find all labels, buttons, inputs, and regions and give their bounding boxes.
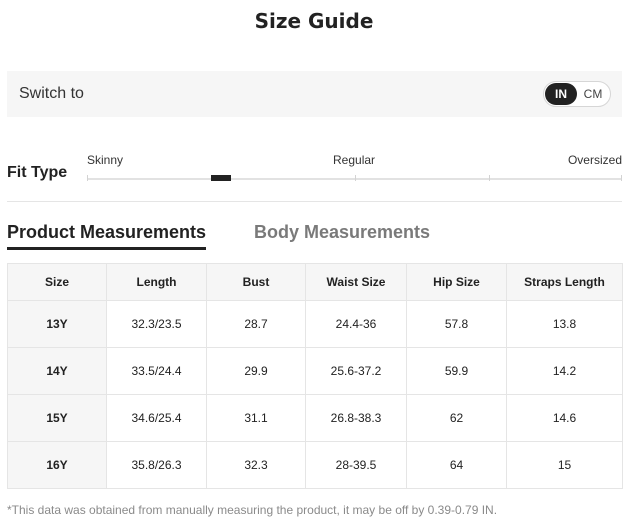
size-cell: 13Y [7, 300, 107, 348]
fit-type-row: Fit Type Skinny Regular Oversized [7, 150, 622, 190]
table-row: 15Y 34.6/25.4 31.1 26.8-38.3 62 14.6 [7, 394, 623, 442]
table-row: 13Y 32.3/23.5 28.7 24.4-36 57.8 13.8 [7, 300, 623, 348]
column-header: Waist Size [305, 263, 407, 301]
size-cell: 16Y [7, 441, 107, 489]
table-cell: 29.9 [206, 347, 306, 395]
measurement-disclaimer: *This data was obtained from manually me… [7, 503, 498, 517]
size-cell: 15Y [7, 394, 107, 442]
table-cell: 25.6-37.2 [305, 347, 407, 395]
column-header: Hip Size [406, 263, 507, 301]
size-cell: 14Y [7, 347, 107, 395]
column-header: Straps Length [506, 263, 623, 301]
table-cell: 59.9 [406, 347, 507, 395]
table-row: 14Y 33.5/24.4 29.9 25.6-37.2 59.9 14.2 [7, 347, 623, 395]
fit-scale-tick [355, 175, 356, 181]
size-table: Size Length Bust Waist Size Hip Size Str… [7, 263, 623, 489]
unit-cm-button[interactable]: CM [577, 83, 609, 105]
section-divider [7, 201, 622, 202]
table-cell: 14.6 [506, 394, 623, 442]
measurement-tabs: Product Measurements Body Measurements [7, 220, 622, 250]
fit-type-title: Fit Type [7, 164, 68, 181]
column-header: Length [106, 263, 207, 301]
fit-label-skinny: Skinny [87, 153, 124, 167]
table-cell: 35.8/26.3 [106, 441, 207, 489]
fit-scale-tick [489, 175, 490, 181]
column-header: Size [7, 263, 107, 301]
table-cell: 24.4-36 [305, 300, 407, 348]
table-cell: 13.8 [506, 300, 623, 348]
table-cell: 57.8 [406, 300, 507, 348]
table-row: 16Y 35.8/26.3 32.3 28-39.5 64 15 [7, 441, 623, 489]
unit-switch-bar: Switch to IN CM [7, 71, 622, 117]
table-cell: 33.5/24.4 [106, 347, 207, 395]
unit-in-button[interactable]: IN [545, 83, 577, 105]
table-cell: 62 [406, 394, 507, 442]
table-cell: 31.1 [206, 394, 306, 442]
table-cell: 64 [406, 441, 507, 489]
fit-label-oversized: Oversized [567, 153, 622, 167]
table-cell: 15 [506, 441, 623, 489]
table-cell: 32.3 [206, 441, 306, 489]
switch-label: Switch to [19, 85, 84, 102]
table-header-row: Size Length Bust Waist Size Hip Size Str… [7, 263, 623, 301]
table-cell: 34.6/25.4 [106, 394, 207, 442]
tab-product-measurements[interactable]: Product Measurements [7, 222, 207, 250]
unit-toggle[interactable]: IN CM [543, 81, 611, 107]
tab-body-measurements[interactable]: Body Measurements [254, 222, 430, 243]
table-cell: 28.7 [206, 300, 306, 348]
fit-level-marker [211, 175, 231, 181]
table-cell: 28-39.5 [305, 441, 407, 489]
table-cell: 26.8-38.3 [305, 394, 407, 442]
fit-scale-tick [621, 175, 622, 181]
fit-scale-tick [87, 175, 88, 181]
column-header: Bust [206, 263, 306, 301]
table-cell: 32.3/23.5 [106, 300, 207, 348]
table-cell: 14.2 [506, 347, 623, 395]
fit-label-regular: Regular [333, 153, 376, 167]
page-title: Size Guide [254, 9, 374, 33]
